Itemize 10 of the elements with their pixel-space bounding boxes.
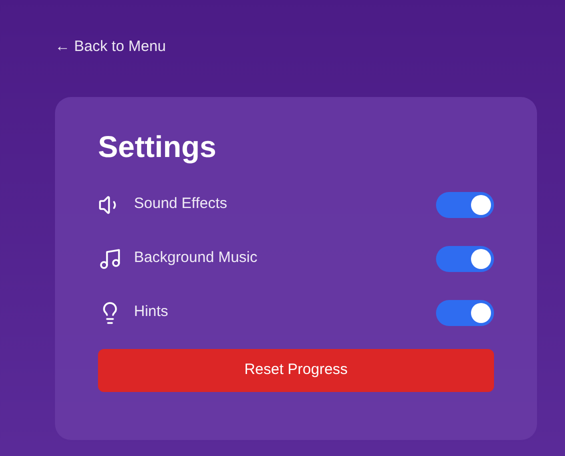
reset-progress-button[interactable]: Reset Progress (98, 348, 494, 392)
toggle-switch[interactable] (436, 300, 494, 326)
toggle-switch[interactable] (436, 192, 494, 218)
toggle-switch[interactable] (436, 246, 494, 272)
setting-label: Hints (134, 302, 170, 322)
setting-label: Background Music (134, 248, 258, 268)
back-link[interactable]: ← Back to Menu (55, 36, 166, 58)
setting-label: Sound Effects (134, 194, 228, 214)
settings-title: Settings (98, 132, 218, 162)
music-note-icon (98, 246, 122, 270)
